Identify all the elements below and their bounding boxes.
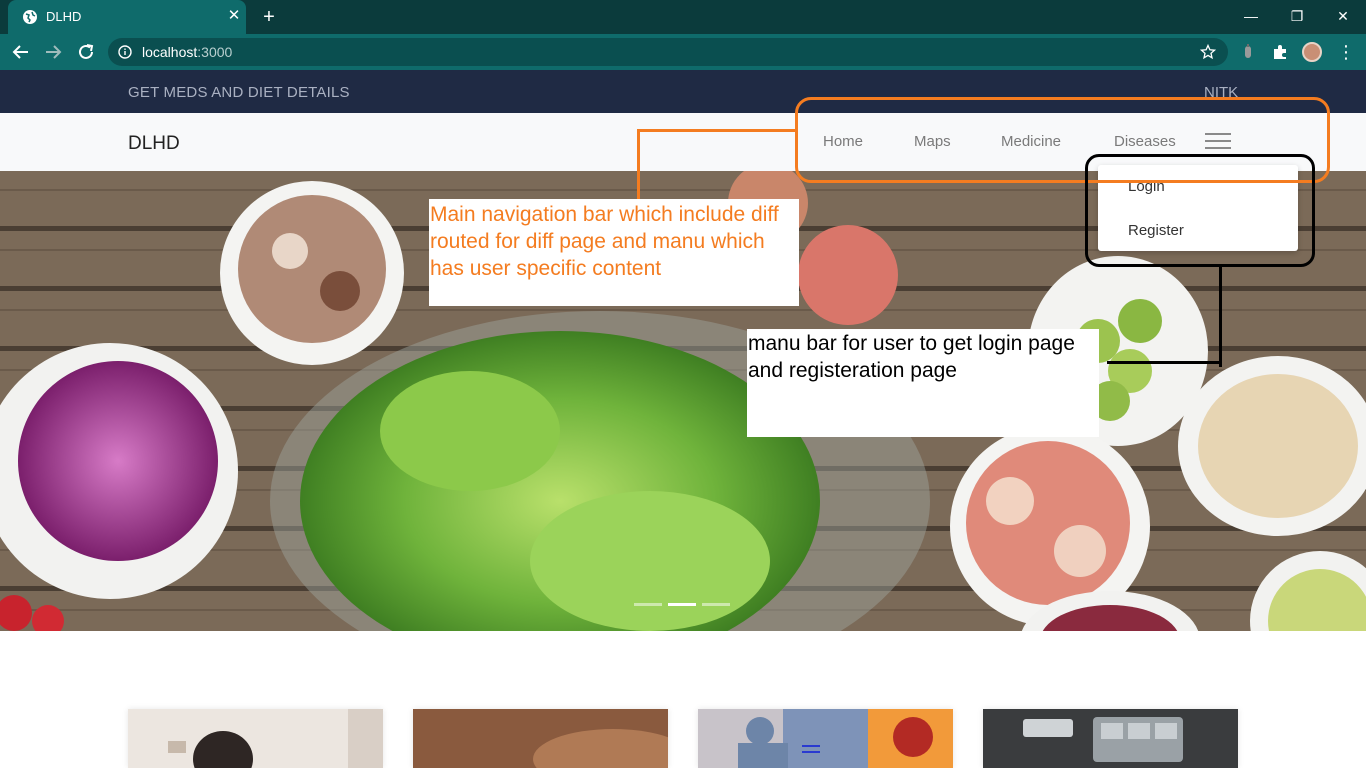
star-icon[interactable]	[1200, 44, 1216, 60]
card-image-illustration	[698, 709, 953, 768]
address-bar[interactable]: localhost:3000	[108, 38, 1228, 66]
annotation-connector-black-h	[1107, 361, 1221, 364]
url-host: localhost	[142, 44, 198, 60]
extension-icon[interactable]	[1239, 43, 1257, 61]
minimize-button[interactable]: —	[1239, 5, 1263, 27]
feature-card-3[interactable]	[698, 709, 953, 768]
annotation-note-menu: manu bar for user to get login page and …	[747, 329, 1099, 437]
new-tab-button[interactable]: +	[258, 6, 280, 28]
browser-toolbar: localhost:3000 ⋮	[0, 34, 1366, 70]
feature-card-4[interactable]	[983, 709, 1238, 768]
close-window-button[interactable]: ✕	[1331, 5, 1355, 27]
puzzle-icon[interactable]	[1271, 43, 1289, 61]
browser-menu-icon[interactable]: ⋮	[1336, 42, 1356, 62]
profile-avatar[interactable]	[1302, 42, 1322, 62]
card-image-person	[128, 709, 383, 768]
info-icon[interactable]	[118, 45, 132, 59]
url-port: :3000	[197, 44, 233, 60]
annotation-note-navbar: Main navigation bar which include diff r…	[429, 199, 799, 306]
restore-button[interactable]: ❐	[1285, 5, 1309, 27]
feature-card-1[interactable]	[128, 709, 383, 768]
feature-card-2[interactable]	[413, 709, 668, 768]
back-icon[interactable]	[10, 41, 32, 63]
topbar-tagline: GET MEDS AND DIET DETAILS	[128, 84, 350, 101]
annotation-connector-orange-v	[637, 129, 640, 199]
annotation-connector-orange-h	[637, 129, 795, 132]
carousel-indicator-1[interactable]	[634, 603, 662, 606]
site-brand[interactable]: DLHD	[128, 133, 180, 155]
tab-title: DLHD	[46, 9, 82, 24]
annotation-connector-black-v	[1219, 267, 1222, 367]
card-image-pills	[983, 709, 1238, 768]
reload-icon[interactable]	[75, 41, 97, 63]
globe-icon	[23, 10, 37, 24]
browser-tab[interactable]: DLHD ✕	[8, 0, 246, 34]
carousel-indicator-3[interactable]	[702, 603, 730, 606]
browser-tabstrip: DLHD ✕ + — ❐ ✕	[0, 0, 1366, 34]
annotation-menu-outline	[1085, 154, 1315, 267]
tab-close-icon[interactable]: ✕	[226, 8, 242, 24]
carousel-indicator-2[interactable]	[668, 603, 696, 606]
forward-icon[interactable]	[42, 41, 64, 63]
url-text: localhost:3000	[142, 44, 232, 60]
card-image-warm	[413, 709, 668, 768]
